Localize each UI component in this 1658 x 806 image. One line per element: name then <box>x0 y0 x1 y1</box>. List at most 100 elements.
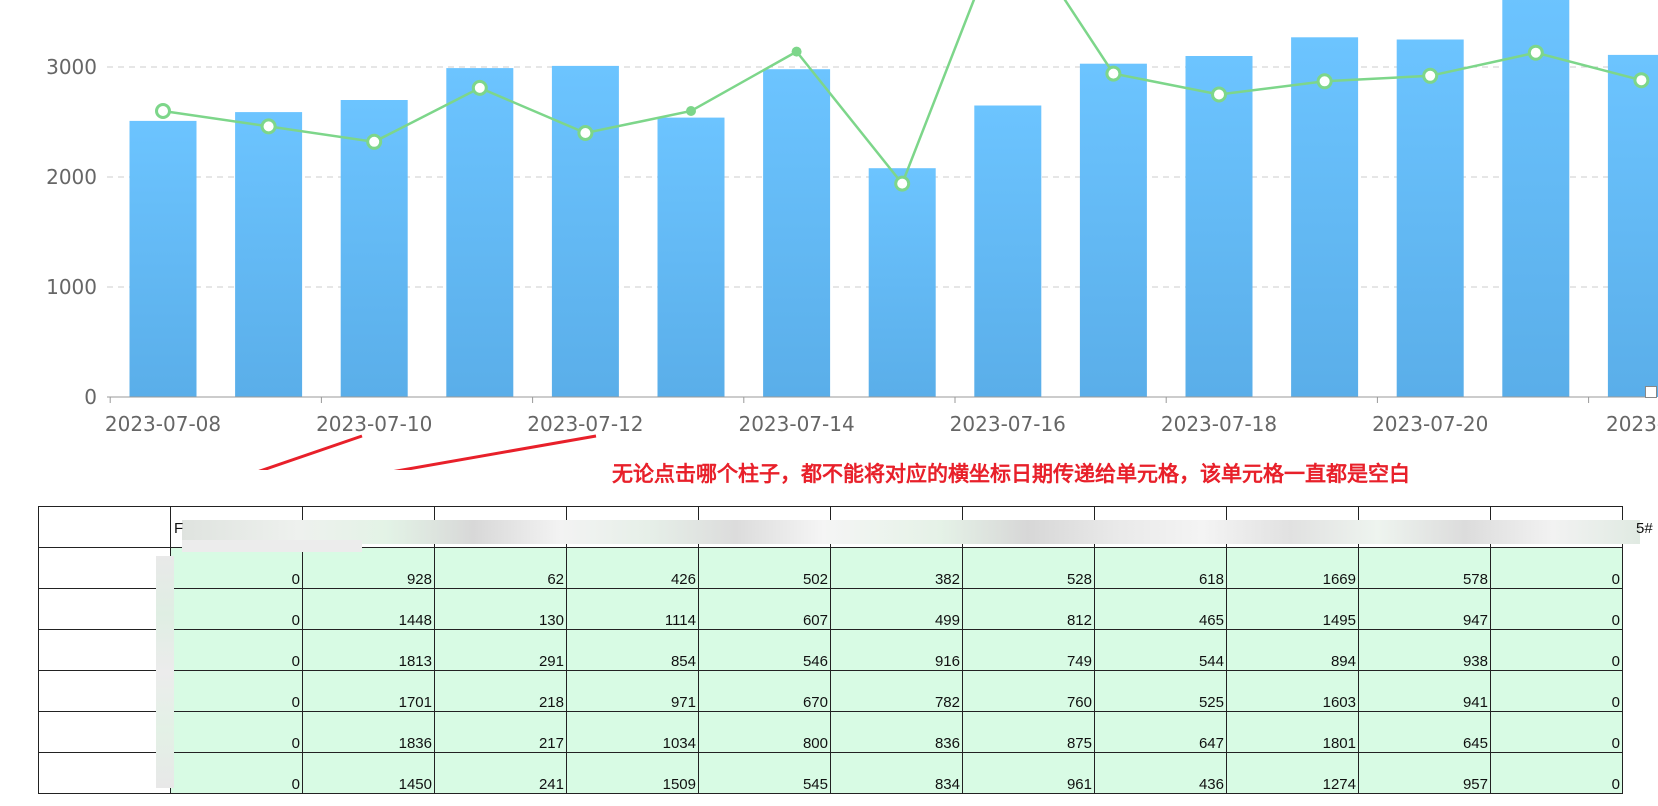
row-label-cell[interactable] <box>39 548 171 589</box>
table-cell[interactable]: 0 <box>1491 712 1623 753</box>
table-cell[interactable]: 670 <box>699 671 831 712</box>
table-cell[interactable]: 938 <box>1359 630 1491 671</box>
x-tick-label: 2023-07-20 <box>1372 412 1488 436</box>
table-cell[interactable]: 1450 <box>303 753 435 794</box>
table-cell[interactable]: 0 <box>171 671 303 712</box>
table-cell[interactable]: 782 <box>831 671 963 712</box>
table-cell[interactable]: 0 <box>171 630 303 671</box>
table-cell[interactable]: 947 <box>1359 589 1491 630</box>
line-point <box>1635 74 1648 87</box>
table-cell[interactable]: 426 <box>567 548 699 589</box>
line-point <box>896 177 909 190</box>
table-cell[interactable]: 0 <box>171 548 303 589</box>
bar <box>763 69 830 397</box>
table-cell[interactable]: 916 <box>831 630 963 671</box>
line-point <box>1529 46 1542 59</box>
x-tick-label: 2023-07-16 <box>950 412 1066 436</box>
table-cell[interactable]: 0 <box>1491 753 1623 794</box>
line-point <box>792 47 802 57</box>
table-row: 01450241150954583496143612749570 <box>39 753 1623 794</box>
table-row: 018132918545469167495448949380 <box>39 630 1623 671</box>
row-label-cell[interactable] <box>39 589 171 630</box>
row-label-cell[interactable] <box>39 630 171 671</box>
table-cell[interactable]: 607 <box>699 589 831 630</box>
table-cell[interactable]: 499 <box>831 589 963 630</box>
table-cell[interactable]: 0 <box>171 589 303 630</box>
bar <box>869 168 936 397</box>
table-cell[interactable]: 836 <box>831 712 963 753</box>
table-cell[interactable]: 1669 <box>1227 548 1359 589</box>
row-label-cell[interactable] <box>39 712 171 753</box>
table-cell[interactable]: 1509 <box>567 753 699 794</box>
table-cell[interactable]: 961 <box>963 753 1095 794</box>
x-tick-label: 2023-07-18 <box>1161 412 1277 436</box>
table-cell[interactable]: 1034 <box>567 712 699 753</box>
table-cell[interactable]: 1448 <box>303 589 435 630</box>
header-fragment-right: 5# <box>1636 520 1653 537</box>
table-cell[interactable]: 218 <box>435 671 567 712</box>
redacted-header-row <box>182 520 1640 544</box>
bar <box>1397 40 1464 398</box>
x-tick-label: 2023-07-10 <box>316 412 432 436</box>
table-cell[interactable]: 749 <box>963 630 1095 671</box>
table-cell[interactable]: 544 <box>1095 630 1227 671</box>
table-cell[interactable]: 62 <box>435 548 567 589</box>
table-cell[interactable]: 1836 <box>303 712 435 753</box>
table-cell[interactable]: 854 <box>567 630 699 671</box>
table-cell[interactable]: 1801 <box>1227 712 1359 753</box>
table-row: 0170121897167078276052516039410 <box>39 671 1623 712</box>
table-cell[interactable]: 525 <box>1095 671 1227 712</box>
table-cell[interactable]: 957 <box>1359 753 1491 794</box>
table-cell[interactable]: 502 <box>699 548 831 589</box>
target-empty-cell[interactable] <box>39 507 171 548</box>
table-cell[interactable]: 0 <box>1491 671 1623 712</box>
table-cell[interactable]: 1813 <box>303 630 435 671</box>
table-cell[interactable]: 928 <box>303 548 435 589</box>
line-point <box>473 81 486 94</box>
table-cell[interactable]: 578 <box>1359 548 1491 589</box>
chart-edge-handle <box>1645 386 1657 398</box>
table-cell[interactable]: 0 <box>171 753 303 794</box>
table-cell[interactable]: 436 <box>1095 753 1227 794</box>
table-cell[interactable]: 875 <box>963 712 1095 753</box>
table-cell[interactable]: 291 <box>435 630 567 671</box>
table-cell[interactable]: 241 <box>435 753 567 794</box>
table-cell[interactable]: 647 <box>1095 712 1227 753</box>
table-cell[interactable]: 645 <box>1359 712 1491 753</box>
row-label-cell[interactable] <box>39 671 171 712</box>
line-point <box>157 105 170 118</box>
line-point <box>579 127 592 140</box>
table-cell[interactable]: 834 <box>831 753 963 794</box>
table-cell[interactable]: 894 <box>1227 630 1359 671</box>
table-cell[interactable]: 1274 <box>1227 753 1359 794</box>
header-fragment-left: F <box>174 520 183 537</box>
table-cell[interactable]: 812 <box>963 589 1095 630</box>
bar <box>552 66 619 397</box>
table-row: 01448130111460749981246514959470 <box>39 589 1623 630</box>
table-cell[interactable]: 217 <box>435 712 567 753</box>
table-cell[interactable]: 800 <box>699 712 831 753</box>
table-cell[interactable]: 0 <box>1491 630 1623 671</box>
table-cell[interactable]: 1495 <box>1227 589 1359 630</box>
table-cell[interactable]: 1701 <box>303 671 435 712</box>
x-tick-label: 2023-07-08 <box>105 412 221 436</box>
row-label-cell[interactable] <box>39 753 171 794</box>
table-cell[interactable]: 1114 <box>567 589 699 630</box>
table-cell[interactable]: 0 <box>171 712 303 753</box>
table-cell[interactable]: 130 <box>435 589 567 630</box>
table-cell[interactable]: 941 <box>1359 671 1491 712</box>
table-cell[interactable]: 0 <box>1491 548 1623 589</box>
table-cell[interactable]: 465 <box>1095 589 1227 630</box>
table-cell[interactable]: 1603 <box>1227 671 1359 712</box>
table-cell[interactable]: 528 <box>963 548 1095 589</box>
table-cell[interactable]: 971 <box>567 671 699 712</box>
table-cell[interactable]: 382 <box>831 548 963 589</box>
table-cell[interactable]: 618 <box>1095 548 1227 589</box>
table-cell[interactable]: 0 <box>1491 589 1623 630</box>
table-cell[interactable]: 545 <box>699 753 831 794</box>
annotation-arrow <box>146 436 596 470</box>
table-cell[interactable]: 546 <box>699 630 831 671</box>
table-cell[interactable]: 760 <box>963 671 1095 712</box>
line-point <box>262 120 275 133</box>
table-row: 01836217103480083687564718016450 <box>39 712 1623 753</box>
